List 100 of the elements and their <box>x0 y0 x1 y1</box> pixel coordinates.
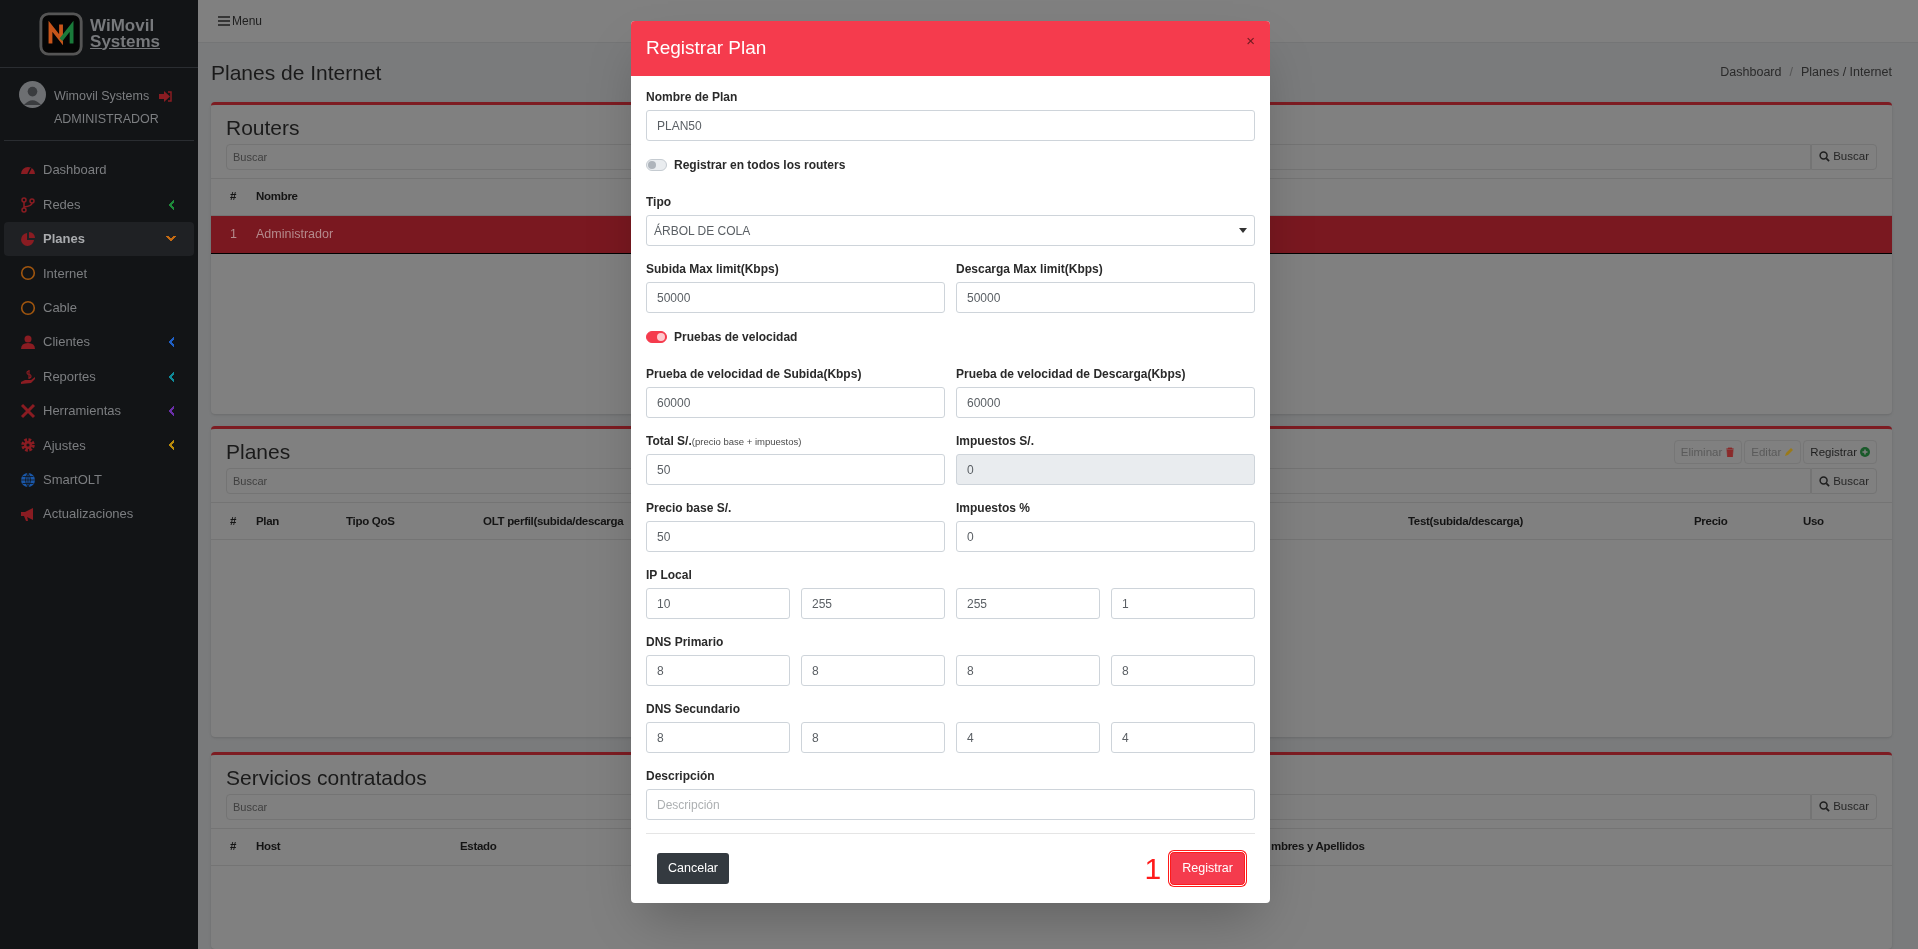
gear-icon <box>20 437 36 454</box>
input-field[interactable]: 50 <box>646 454 945 485</box>
input-field[interactable]: 8 <box>801 655 945 686</box>
sidebar-item[interactable]: Internet <box>4 256 194 291</box>
sidebar-item[interactable]: SmartOLT <box>4 462 194 497</box>
field-label: Descripción <box>646 768 716 785</box>
plus-circle-icon <box>1860 447 1870 458</box>
tools-icon <box>20 402 36 419</box>
column-header: OLT perfil(subida/descarga <box>483 514 624 527</box>
input-field[interactable]: 1 <box>1111 588 1255 619</box>
breadcrumb-separator: / <box>1789 64 1793 82</box>
column-header: # <box>230 840 237 853</box>
circle-icon <box>20 299 36 316</box>
table-cell: Administrador <box>256 226 334 241</box>
input-field[interactable]: 255 <box>801 588 945 619</box>
input-field[interactable]: 8 <box>646 722 790 753</box>
input-field[interactable]: 4 <box>956 722 1100 753</box>
card-title: Routers <box>226 114 300 141</box>
input-field[interactable]: 8 <box>646 655 790 686</box>
search-icon <box>1819 801 1831 813</box>
column-header: Test(subida/descarga) <box>1408 514 1523 527</box>
sidebar-item[interactable]: Cable <box>4 290 194 325</box>
menu-button[interactable]: Menu <box>218 12 263 31</box>
column-header: Estado <box>460 840 497 853</box>
search-icon <box>1819 151 1831 163</box>
page-title: Planes de Internet <box>211 59 382 86</box>
input-field[interactable]: 0 <box>956 521 1255 552</box>
toggle-label: Registrar en todos los routers <box>674 157 846 174</box>
input-field[interactable]: 50 <box>646 521 945 552</box>
toggle-switch[interactable] <box>646 159 667 171</box>
modal-title: Registrar Plan <box>646 36 767 61</box>
field-label: Nombre de Plan <box>646 89 739 106</box>
caret-icon <box>1239 228 1247 233</box>
megaphone-icon <box>20 506 36 523</box>
field-label: Total S/.(precio base + impuestos) <box>646 433 803 450</box>
breadcrumb-link[interactable]: Dashboard <box>1720 63 1782 82</box>
brand-name: WiMovil <box>90 17 156 34</box>
input-field[interactable]: 4 <box>1111 722 1255 753</box>
sidebar-item[interactable]: Planes <box>4 221 194 257</box>
user-name: Wimovil Systems <box>54 88 150 105</box>
input-field[interactable]: 8 <box>801 722 945 753</box>
field-label: Tipo <box>646 194 673 211</box>
user-role: ADMINISTRADOR <box>54 110 160 128</box>
sidebar-item[interactable]: Actualizaciones <box>4 496 194 532</box>
menu-icon <box>218 16 230 27</box>
search-button[interactable]: Buscar <box>1811 143 1877 170</box>
column-header: Tipo QoS <box>346 514 395 527</box>
column-header: mbres y Apellidos <box>1271 840 1365 853</box>
input-field[interactable]: 50000 <box>646 282 945 313</box>
logout-icon[interactable] <box>159 90 173 102</box>
sidebar-item[interactable]: Reportes <box>4 359 194 394</box>
column-header: Nombre <box>256 189 298 202</box>
column-header: Host <box>256 840 281 853</box>
field-label: Impuestos % <box>956 500 1031 517</box>
cancel-button[interactable]: Cancelar <box>657 853 730 884</box>
breadcrumb-link[interactable]: Planes / Internet <box>1800 63 1892 82</box>
column-header: Precio <box>1694 514 1728 527</box>
pie-chart-icon <box>20 230 36 247</box>
column-header: Plan <box>256 514 280 527</box>
pencil-icon <box>1784 447 1795 458</box>
toggle-switch[interactable] <box>646 331 667 343</box>
circle-icon <box>20 265 36 282</box>
sidebar-item[interactable]: Dashboard <box>4 153 194 188</box>
input-field[interactable]: 60000 <box>646 387 945 418</box>
input-field[interactable]: 8 <box>956 655 1100 686</box>
logo-icon <box>38 9 85 58</box>
globe-icon <box>20 471 36 488</box>
field-label: Precio base S/. <box>646 500 733 517</box>
brand-name: Systems <box>90 33 160 50</box>
search-button[interactable]: Buscar <box>1811 793 1877 820</box>
field-label: Subida Max limit(Kbps) <box>646 261 780 278</box>
sidebar-item[interactable]: Ajustes <box>4 428 194 463</box>
column-header: # <box>230 189 237 202</box>
input-field[interactable]: 50000 <box>956 282 1255 313</box>
annotation-number: 1 <box>1144 853 1162 884</box>
field-label: Descarga Max limit(Kbps) <box>956 261 1104 278</box>
sidebar-item[interactable]: Herramientas <box>4 393 194 429</box>
input-field[interactable]: PLAN50 <box>646 110 1255 141</box>
column-header: # <box>230 514 237 527</box>
input-field[interactable]: Descripción <box>646 789 1255 820</box>
field-label: Prueba de velocidad de Descarga(Kbps) <box>956 366 1187 383</box>
search-icon <box>1819 475 1831 487</box>
branch-icon <box>20 196 36 213</box>
sidebar-item[interactable]: Clientes <box>4 324 194 360</box>
register-button[interactable]: Registrar <box>1171 853 1244 884</box>
action-button[interactable]: Registrar <box>1803 440 1877 465</box>
input-field[interactable]: 10 <box>646 588 790 619</box>
input-field[interactable]: 60000 <box>956 387 1255 418</box>
toggle-label: Pruebas de velocidad <box>674 329 798 346</box>
input-field[interactable]: 255 <box>956 588 1100 619</box>
user-icon <box>20 334 36 351</box>
search-button[interactable]: Buscar <box>1811 468 1877 495</box>
field-label: Impuestos S/. <box>956 433 1036 450</box>
field-label: IP Local <box>646 567 693 584</box>
table-cell: 1 <box>230 226 237 241</box>
select-field[interactable]: ÁRBOL DE COLA <box>646 215 1255 246</box>
trash-icon <box>1725 447 1736 458</box>
sidebar-item[interactable]: Redes <box>4 187 194 222</box>
field-label: DNS Primario <box>646 634 725 651</box>
input-field[interactable]: 8 <box>1111 655 1255 686</box>
